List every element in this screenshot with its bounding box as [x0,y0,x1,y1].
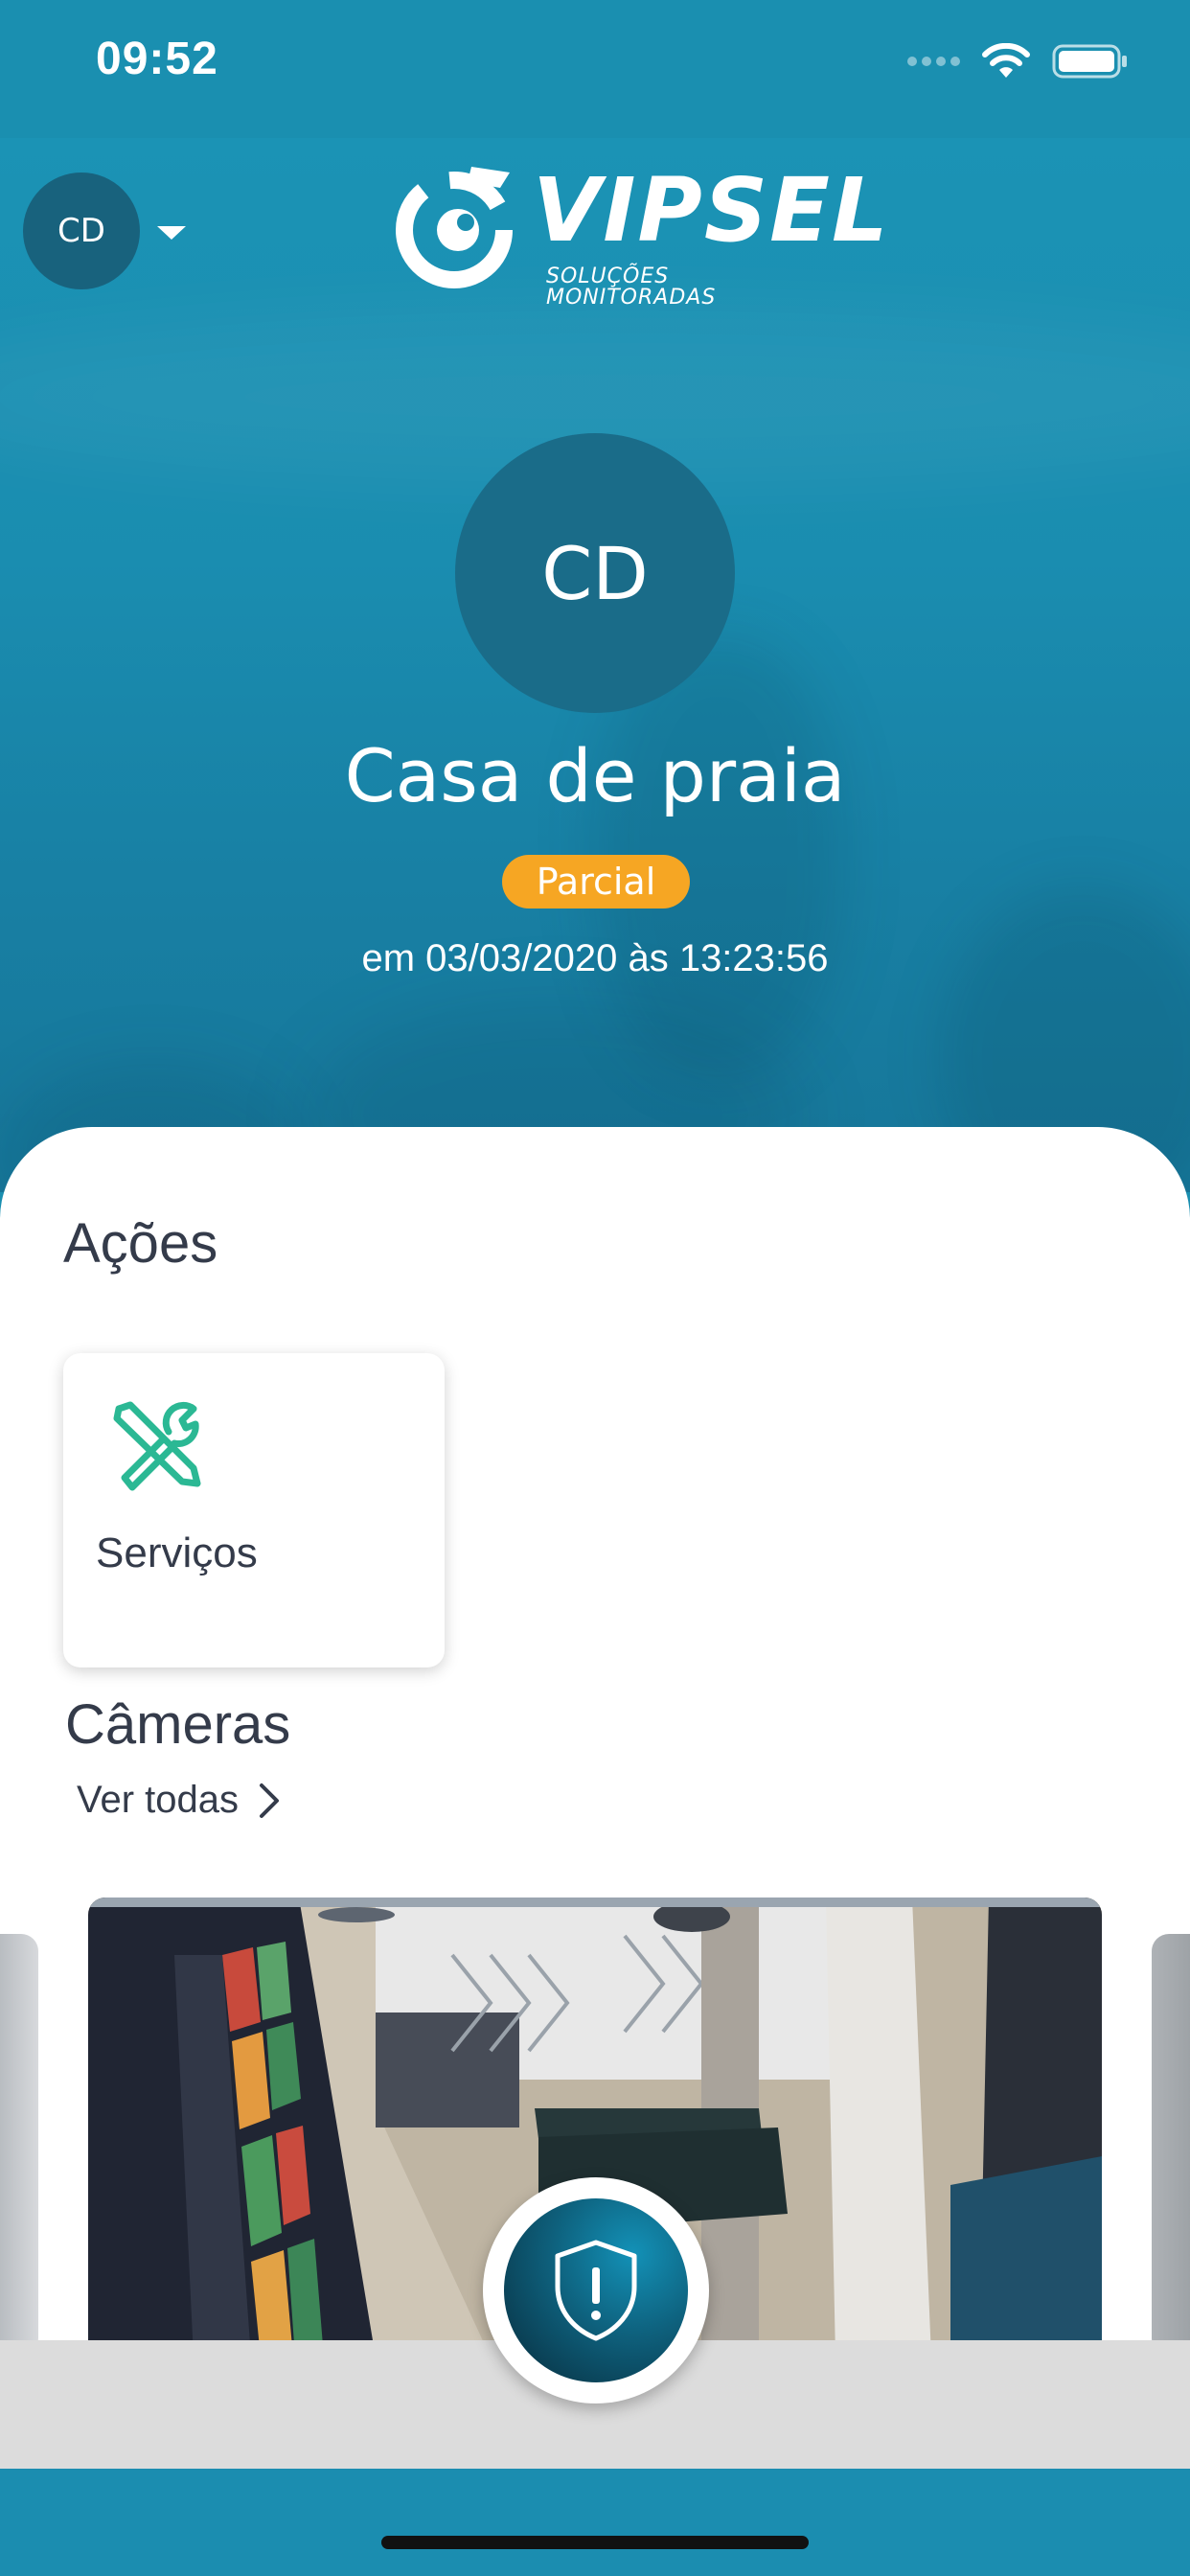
status-badge: Parcial [502,855,690,908]
status-bar: 09:52 [0,0,1190,138]
shield-alert-icon [555,2240,637,2341]
actions-title: Ações [63,1212,218,1275]
see-all-cameras-link[interactable]: Ver todas [77,1779,281,1822]
home-indicator[interactable] [381,2536,809,2549]
see-all-label: Ver todas [77,1779,240,1821]
panic-button[interactable] [483,2177,709,2404]
battery-icon [1052,44,1127,79]
logo-mark-icon [396,167,513,288]
site-name: Casa de praia [344,733,846,818]
cellular-signal-icon [907,57,960,66]
wifi-icon [982,43,1030,78]
next-camera-thumbnail[interactable] [1152,1934,1190,2356]
status-timestamp: em 03/03/2020 às 13:23:56 [361,937,829,979]
account-avatar[interactable]: CD [23,172,140,289]
panic-button-inner [504,2198,688,2382]
status-indicators [907,42,1129,80]
chevron-right-icon [260,1782,280,1818]
previous-camera-thumbnail[interactable] [0,1934,38,2356]
cameras-title: Câmeras [65,1693,291,1756]
services-card[interactable]: Serviços [63,1353,445,1668]
logo-tagline: SOLUÇÕES MONITORADAS [546,264,717,310]
logo-brand-text: VIPSEL [533,159,890,262]
status-time: 09:52 [96,34,218,84]
chevron-down-icon[interactable] [157,226,186,240]
services-label: Serviços [96,1530,258,1576]
site-avatar: CD [455,433,735,713]
tools-icon [113,1401,201,1491]
vipsel-logo: VIPSEL SOLUÇÕES MONITORADAS [387,161,888,309]
home-indicator-area [0,2469,1190,2576]
